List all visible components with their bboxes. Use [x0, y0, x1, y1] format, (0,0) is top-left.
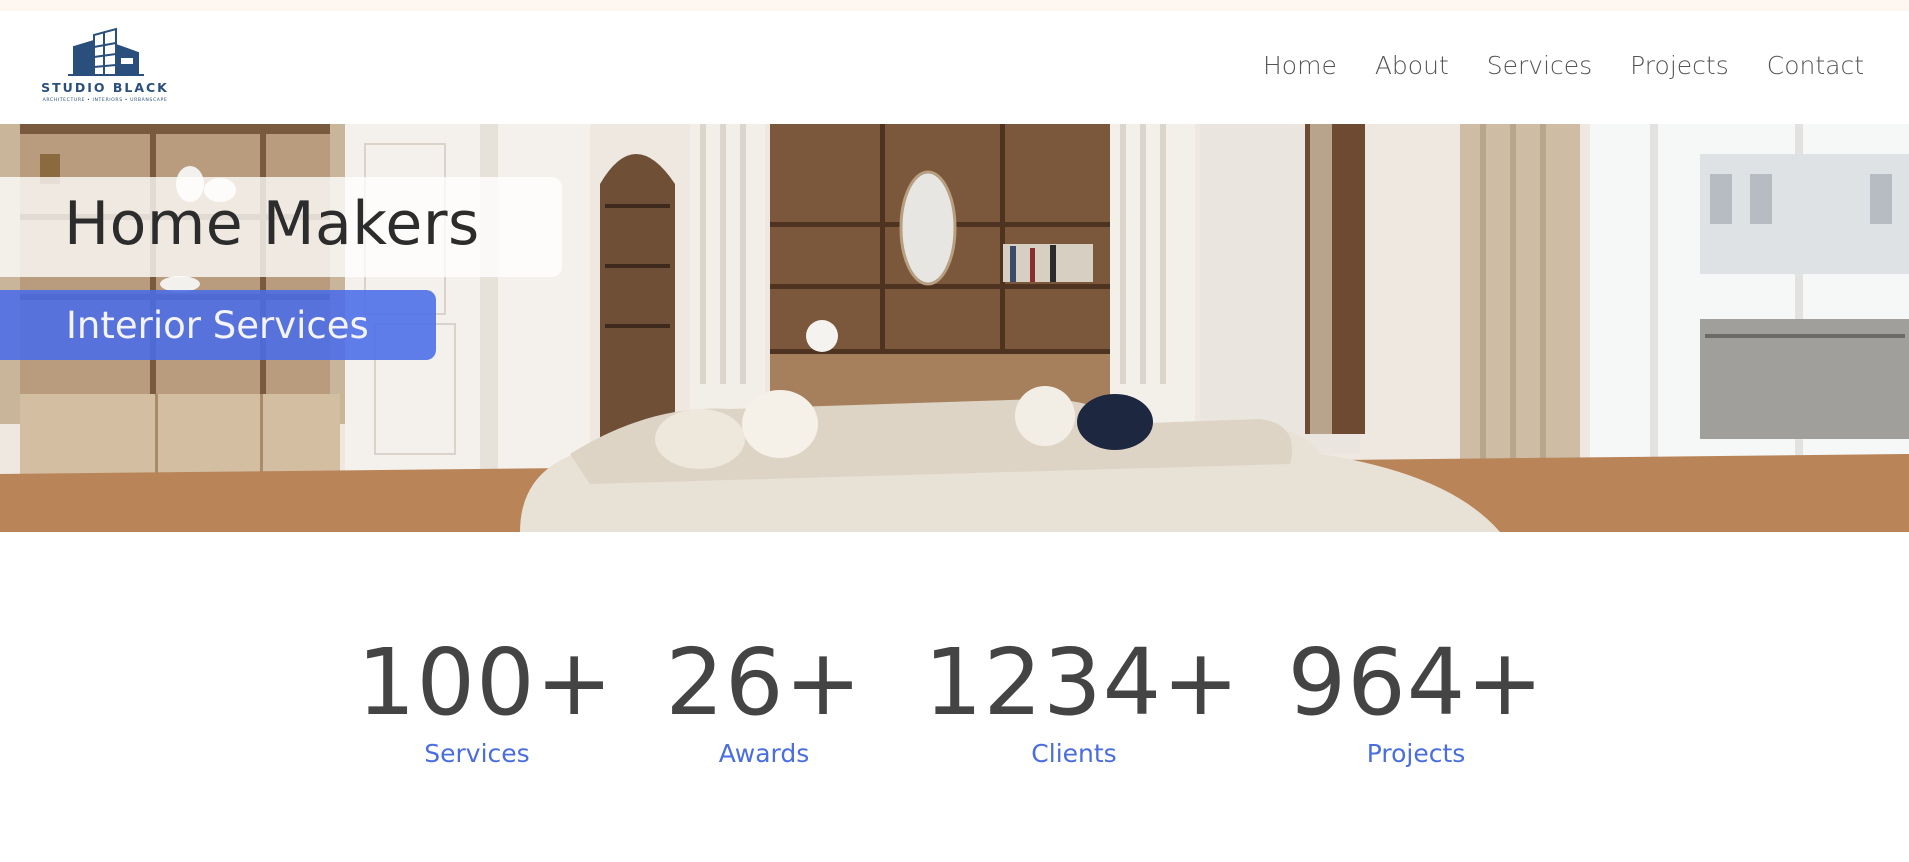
nav-home[interactable]: Home	[1263, 51, 1337, 80]
top-strip	[0, 0, 1909, 11]
stat-value: 964+	[1287, 629, 1545, 736]
hero-title-box: Home Makers	[0, 177, 562, 277]
hero-title: Home Makers	[64, 189, 480, 259]
stat-clients: 1234+ Clients	[924, 629, 1241, 769]
stat-label: Projects	[1366, 739, 1466, 769]
stat-value: 26+	[665, 629, 863, 736]
stat-value: 100+	[357, 629, 614, 736]
stat-value: 1234+	[924, 629, 1241, 736]
nav-contact[interactable]: Contact	[1767, 51, 1864, 80]
brand-name: STUDIO BLACK	[41, 80, 169, 95]
hero-subtitle-box: Interior Services	[0, 290, 436, 360]
stat-label: Services	[424, 739, 530, 769]
nav-services[interactable]: Services	[1487, 51, 1592, 80]
hero-subtitle: Interior Services	[66, 304, 369, 347]
stat-label: Awards	[718, 739, 810, 769]
site-header: STUDIO BLACK ARCHITECTURE • INTERIORS • …	[0, 11, 1909, 124]
nav-about[interactable]: About	[1375, 51, 1449, 80]
nav-projects[interactable]: Projects	[1630, 51, 1729, 80]
building-logo-icon	[68, 27, 144, 76]
main-nav: Home About Services Projects Contact	[1263, 51, 1864, 80]
stat-services: 100+ Services	[357, 629, 614, 769]
stat-awards: 26+ Awards	[658, 632, 870, 768]
stat-projects: 964+ Projects	[1278, 632, 1554, 768]
stat-label: Clients	[1031, 739, 1117, 769]
brand-tagline: ARCHITECTURE • INTERIORS • URBANSCAPE	[42, 98, 168, 103]
brand-logo[interactable]: STUDIO BLACK ARCHITECTURE • INTERIORS • …	[30, 27, 180, 117]
